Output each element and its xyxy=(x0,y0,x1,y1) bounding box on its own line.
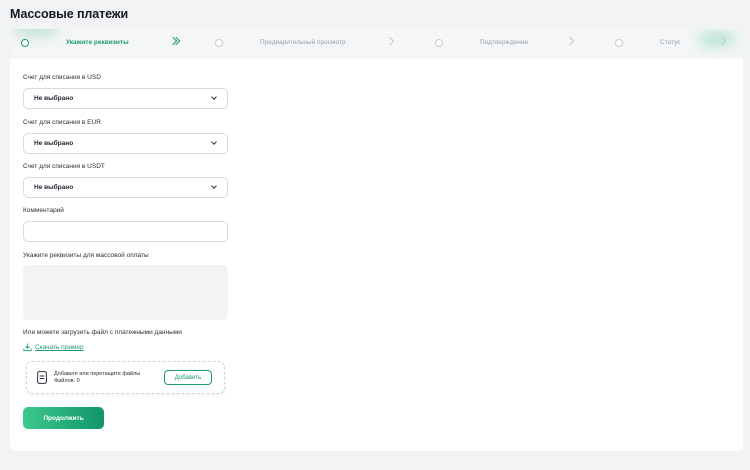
step-circle-icon xyxy=(215,39,223,47)
step-status[interactable]: Статус xyxy=(615,29,725,59)
usd-account-label: Счет для списания в USD xyxy=(23,74,101,81)
select-value: Не выбрано xyxy=(34,140,74,147)
upload-hint: Или можете загрузить файл с платежными д… xyxy=(23,329,182,336)
usd-account-select[interactable]: Не выбрано xyxy=(23,88,228,109)
page-title: Массовые платежи xyxy=(10,7,129,21)
continue-button[interactable]: Продолжить xyxy=(23,407,104,429)
details-textarea[interactable] xyxy=(23,265,228,320)
step-circle-icon xyxy=(435,39,443,47)
eur-account-select[interactable]: Не выбрано xyxy=(23,133,228,154)
stepper: Укажите реквизиты Предварительный просмо… xyxy=(10,29,743,59)
file-icon xyxy=(37,371,47,384)
comment-label: Комментарий xyxy=(23,207,64,214)
step-label: Укажите реквизиты xyxy=(66,39,129,46)
step-preview[interactable]: Предварительный просмотр xyxy=(215,29,375,59)
download-example-label: Скачать пример xyxy=(35,344,84,351)
step-label: Подтверждение xyxy=(480,39,529,46)
step-label: Статус xyxy=(660,39,681,46)
chevron-down-icon xyxy=(211,94,217,100)
chevron-down-icon xyxy=(211,183,217,189)
step-circle-icon xyxy=(615,39,623,47)
step-label: Предварительный просмотр xyxy=(260,39,346,46)
file-dropzone[interactable]: Добавьте или перетащите файлы Файлов: 0 … xyxy=(26,361,225,394)
add-file-button[interactable]: Добавить xyxy=(164,370,212,385)
download-icon xyxy=(23,343,32,352)
details-label: Укажите реквизиты для массовой оплаты xyxy=(23,252,149,259)
file-count: Файлов: 0 xyxy=(54,378,80,384)
mass-payment-card: Укажите реквизиты Предварительный просмо… xyxy=(10,29,743,451)
step-requisites[interactable]: Укажите реквизиты xyxy=(21,29,161,59)
select-value: Не выбрано xyxy=(34,95,74,102)
chevron-right-icon xyxy=(385,36,395,46)
chevron-down-icon xyxy=(211,139,217,145)
select-value: Не выбрано xyxy=(34,184,74,191)
usdt-account-select[interactable]: Не выбрано xyxy=(23,177,228,198)
dropzone-text: Добавьте или перетащите файлы xyxy=(54,371,141,377)
comment-input[interactable] xyxy=(23,221,228,242)
eur-account-label: Счет для списания в EUR xyxy=(23,119,101,126)
usdt-account-label: Счет для списания в USDT xyxy=(23,163,105,170)
step-confirmation[interactable]: Подтверждение xyxy=(435,29,575,59)
step-circle-icon xyxy=(21,39,29,47)
